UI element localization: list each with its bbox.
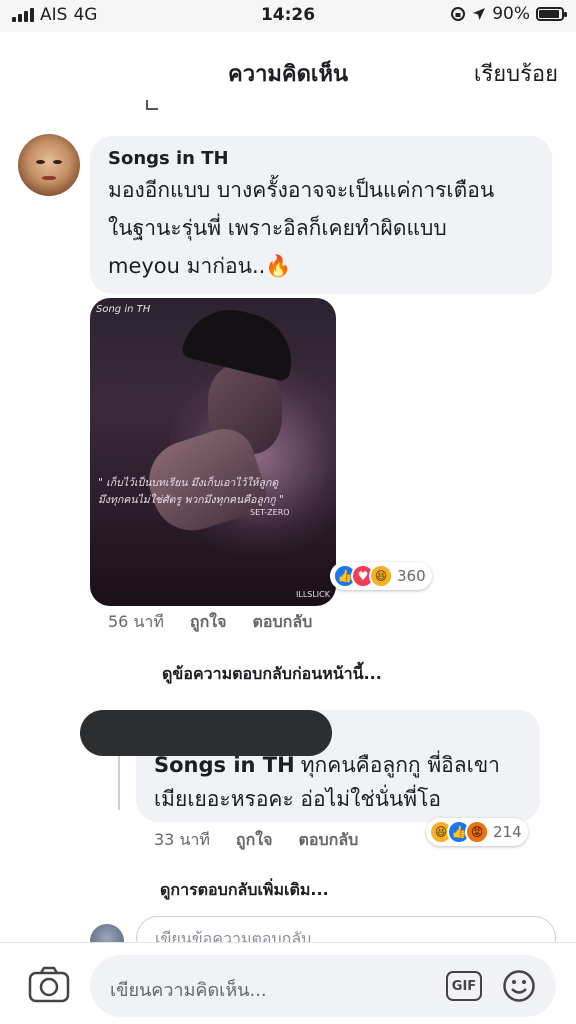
photo-quote: " เก็บไว้เป็นบทเรียน มึงเก็บเอาไว้ให้ลูก… [98, 477, 279, 489]
view-more-replies-link[interactable]: ดูการตอบกลับเพิ่มเติม... [160, 878, 329, 903]
battery-level [539, 10, 559, 18]
done-button[interactable]: เรียบร้อย [474, 56, 558, 91]
status-bar: AIS 4G 14:26 90% [0, 0, 576, 32]
comment-bubble[interactable]: Songs in TH มองอีกแบบ บางครั้งอาจจะเป็นแ… [90, 136, 552, 294]
reply-text: Songs in TH ทุกคนคือลูกกู พี่อิลเขา เมียเ… [154, 748, 522, 816]
photo-credit: ILLSLICK [296, 590, 330, 599]
battery-icon [536, 7, 567, 21]
battery-percent: 90% [492, 4, 530, 24]
photo-quote-author: SET-ZERO [250, 508, 290, 517]
comment-text-line: ในฐานะรุ่นพี่ เพราะอิลก็เคยทำผิดแบบ [108, 216, 447, 240]
haha-icon: 😆 [369, 564, 393, 588]
scroll-clipped-glyph [146, 100, 158, 110]
redacted-name-bar [80, 710, 332, 756]
reactions-summary[interactable]: 😆 👍 😡 214 [426, 818, 528, 846]
comment-author[interactable]: Songs in TH [108, 148, 534, 169]
comment-text-line: meyou มาก่อน..🔥 [108, 254, 292, 278]
nav-bar: ความคิดเห็น เรียบร้อย [0, 32, 576, 110]
reaction-count: 214 [493, 823, 522, 841]
reply-meta: 33 นาที ถูกใจ ตอบกลับ [154, 828, 358, 853]
comment-input[interactable]: เขียนความคิดเห็น... GIF [90, 955, 556, 1017]
reply-text-line: ทุกคนคือลูกกู พี่อิลเขา [300, 753, 500, 777]
comment-meta: 56 นาที ถูกใจ ตอบกลับ [108, 610, 312, 635]
comment-input-placeholder: เขียนความคิดเห็น... [110, 980, 267, 1001]
orientation-lock-icon [451, 7, 466, 21]
reply-button[interactable]: ตอบกลับ [252, 610, 312, 635]
avatar[interactable] [18, 134, 80, 196]
emoji-icon[interactable] [502, 969, 536, 1003]
photo-quote: มึงทุกคนไม่ใช่ศัตรู พวกมึงทุกคนคือลูกกู … [98, 494, 284, 506]
reaction-count: 360 [397, 567, 426, 585]
comment-text-line: มองอีกแบบ บางครั้งอาจจะเป็นแค่การเตือน [108, 178, 495, 202]
comment-photo[interactable]: Song in TH " เก็บไว้เป็นบทเรียน มึงเก็บเ… [90, 298, 336, 606]
gif-button[interactable]: GIF [446, 971, 482, 1001]
reply-time: 33 นาที [154, 830, 210, 849]
comment-text: มองอีกแบบ บางครั้งอาจจะเป็นแค่การเตือน ใ… [108, 171, 534, 285]
reply-text-line: เมียเยอะหรอคะ อ่อไม่ใช่นั่นพี่โอ [154, 787, 442, 811]
status-right: 90% [450, 4, 567, 24]
comment-composer: เขียนความคิดเห็น... GIF [0, 942, 576, 1024]
like-button[interactable]: ถูกใจ [190, 610, 227, 635]
view-previous-replies-link[interactable]: ดูข้อความตอบกลับก่อนหน้านี้... [162, 662, 382, 687]
location-icon [473, 8, 486, 20]
camera-icon[interactable] [28, 965, 70, 1005]
reactions-summary[interactable]: 👍 ♥ 😆 360 [330, 562, 432, 590]
angry-icon: 😡 [465, 820, 489, 844]
photo-watermark: Song in TH [96, 304, 151, 315]
comment-time: 56 นาที [108, 612, 164, 631]
reply-author[interactable]: Songs in TH [154, 753, 295, 777]
like-button[interactable]: ถูกใจ [236, 828, 273, 853]
reply-button[interactable]: ตอบกลับ [298, 828, 358, 853]
